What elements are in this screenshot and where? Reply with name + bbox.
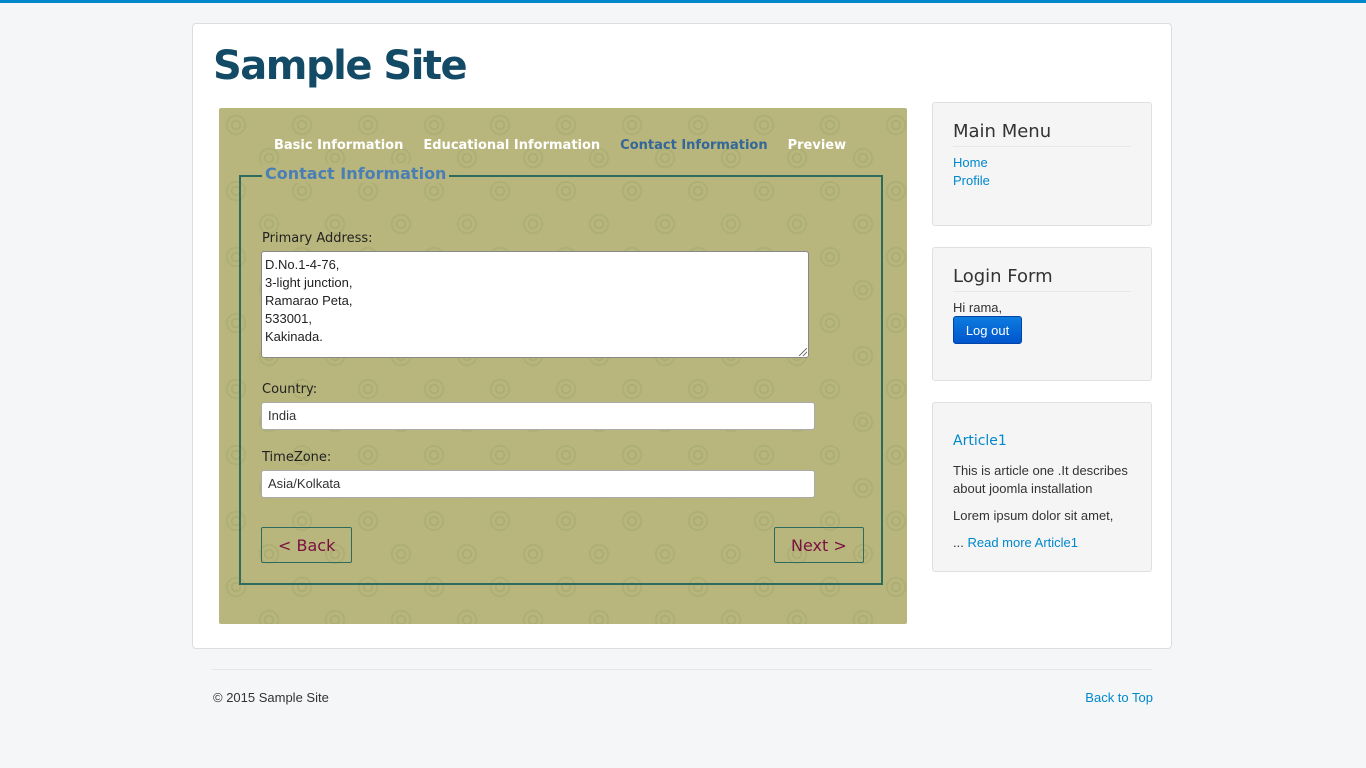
resize-grip-icon[interactable] [799, 348, 807, 356]
address-line: 533001, [265, 311, 312, 326]
article-lorem: Lorem ipsum dolor sit amet, [953, 508, 1114, 523]
read-more-link[interactable]: Read more Article1 [967, 535, 1078, 550]
article-module: Article1 This is article one .It describ… [932, 402, 1152, 572]
timezone-input[interactable]: Asia/Kolkata [261, 470, 815, 498]
read-more-ellipsis: ... [953, 535, 964, 550]
address-line: D.No.1-4-76, [265, 257, 340, 272]
main-menu-list: Home Profile [953, 154, 990, 190]
contact-wizard: Basic Information Educational Informatio… [219, 108, 907, 624]
back-button[interactable]: < Back [261, 527, 353, 563]
contact-fieldset: Contact Information Primary Address: D.N… [239, 164, 883, 585]
login-greeting: Hi rama, [953, 300, 1003, 315]
country-input[interactable]: India [261, 402, 815, 430]
menu-link-home[interactable]: Home [953, 154, 990, 172]
article-read-more-row: ... Read more Article1 [953, 534, 1138, 552]
logout-button[interactable]: Log out [953, 316, 1022, 344]
fieldset-legend: Contact Information [262, 164, 450, 183]
address-line: Kakinada. [265, 329, 323, 344]
next-button[interactable]: Next > [774, 527, 864, 563]
address-line: Ramarao Peta, [265, 293, 353, 308]
tab-preview[interactable]: Preview [788, 138, 847, 153]
login-form-title: Login Form [953, 266, 1131, 292]
primary-address-label: Primary Address: [262, 231, 373, 246]
top-accent-bar [0, 0, 1366, 3]
tab-educational-information[interactable]: Educational Information [423, 138, 600, 153]
back-to-top-link[interactable]: Back to Top [1085, 690, 1153, 705]
country-label: Country: [262, 382, 318, 397]
primary-address-textarea[interactable]: D.No.1-4-76, 3-light junction, Ramarao P… [261, 251, 809, 358]
menu-link-profile[interactable]: Profile [953, 172, 990, 190]
address-line: 3-light junction, [265, 275, 353, 290]
login-form-module: Login Form Hi rama, Log out [932, 247, 1152, 381]
article-intro: This is article one .It describes about … [953, 463, 1128, 496]
main-menu-module: Main Menu Home Profile [932, 102, 1152, 226]
footer-copyright: © 2015 Sample Site [213, 690, 329, 705]
main-menu-title: Main Menu [953, 121, 1131, 147]
wizard-tabs: Basic Information Educational Informatio… [274, 138, 846, 153]
article-title-link[interactable]: Article1 [953, 433, 1007, 449]
timezone-label: TimeZone: [262, 450, 332, 465]
tab-basic-information[interactable]: Basic Information [274, 138, 403, 153]
tab-contact-information[interactable]: Contact Information [620, 138, 767, 153]
footer-divider [212, 669, 1152, 670]
site-title[interactable]: Sample Site [213, 42, 468, 90]
